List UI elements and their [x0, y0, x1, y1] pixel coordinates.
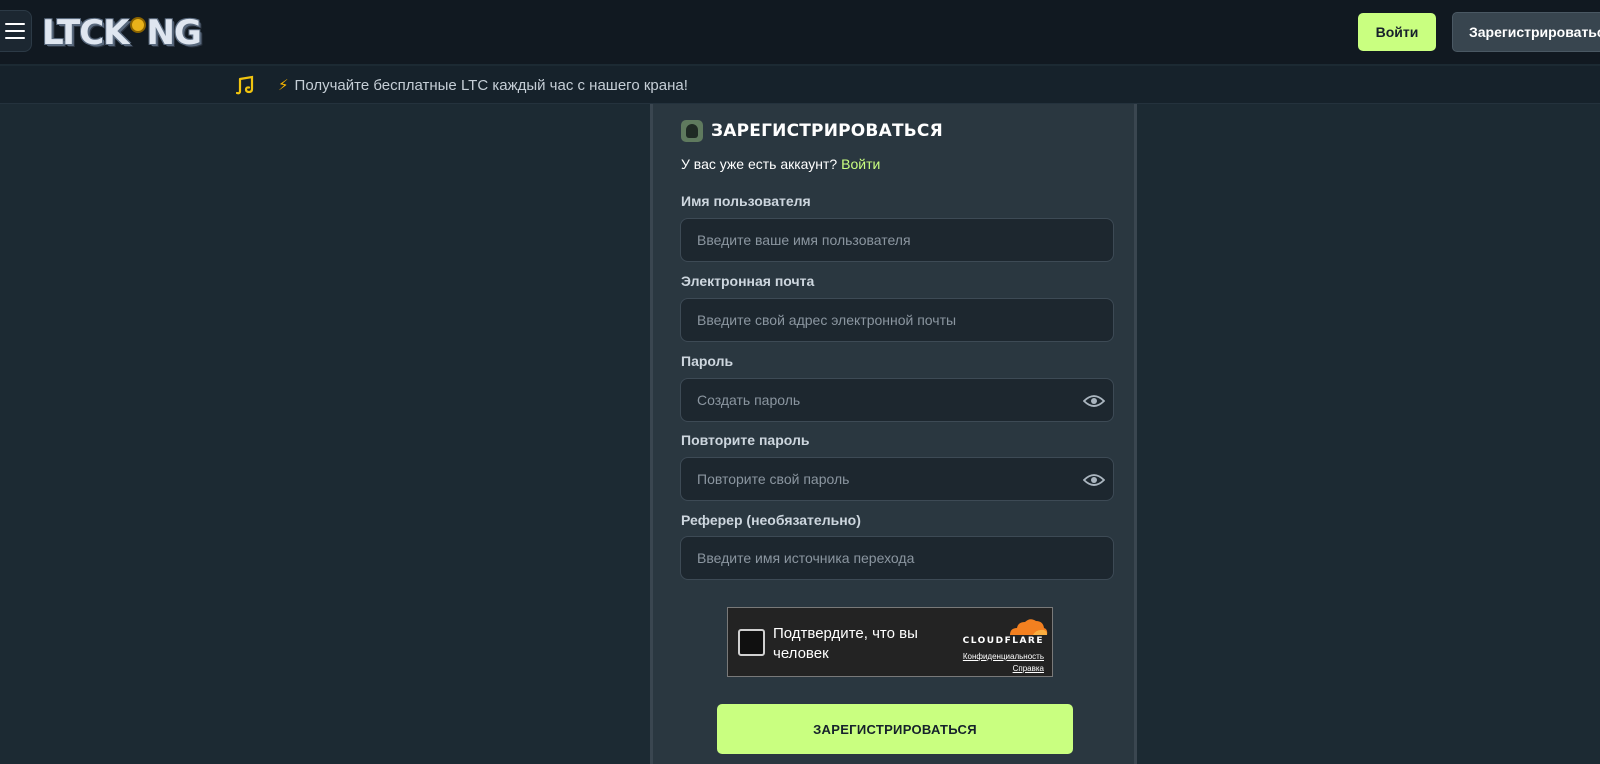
menu-icon-bar: [5, 37, 25, 39]
register-submit-button[interactable]: ЗАРЕГИСТРИРОВАТЬСЯ: [717, 704, 1073, 754]
menu-icon-bar: [5, 23, 25, 25]
show-repeat-password-eye-icon[interactable]: [1083, 473, 1105, 487]
hamburger-menu-button[interactable]: [0, 10, 32, 52]
referrer-label: Реферер (необязательно): [681, 512, 861, 528]
logo-text-start: LTCK: [42, 13, 130, 53]
user-avatar-icon: [681, 120, 703, 142]
register-header-button[interactable]: Зарегистрироваться: [1452, 12, 1600, 52]
login-link[interactable]: Войти: [841, 156, 880, 172]
username-input[interactable]: [680, 218, 1114, 262]
captcha-checkbox[interactable]: [738, 629, 765, 656]
captcha-help-link[interactable]: Справка: [1013, 664, 1044, 673]
referrer-input[interactable]: [680, 536, 1114, 580]
password-input[interactable]: [680, 378, 1114, 422]
cloudflare-brand: CLOUDFLARE: [962, 636, 1044, 646]
show-password-eye-icon[interactable]: [1083, 394, 1105, 408]
card-title-row: ЗАРЕГИСТРИРОВАТЬСЯ: [681, 120, 943, 142]
register-title: ЗАРЕГИСТРИРОВАТЬСЯ: [711, 121, 943, 141]
music-note-icon: [236, 75, 254, 95]
username-label: Имя пользователя: [681, 193, 811, 209]
top-header: LTCK NG Войти Зарегистрироваться: [0, 0, 1600, 64]
have-account-text: У вас уже есть аккаунт? Войти: [681, 156, 880, 172]
email-input[interactable]: [680, 298, 1114, 342]
captcha-label: Подтвердите, что вы человек: [773, 625, 918, 662]
cloudflare-captcha-widget: Подтвердите, что вы человек CLOUDFLARE К…: [727, 607, 1053, 677]
captcha-privacy-link[interactable]: Конфиденциальность: [963, 652, 1044, 661]
login-button[interactable]: Войти: [1358, 13, 1436, 51]
promo-text: ⚡ Получайте бесплатные LTC каждый час с н…: [278, 76, 688, 94]
faucet-promo-bar: ⚡ Получайте бесплатные LTC каждый час с н…: [0, 66, 1600, 104]
logo-text-end: NG: [146, 13, 202, 53]
logo-coin-icon: [129, 17, 146, 33]
promo-message: Получайте бесплатные LTC каждый час с на…: [294, 77, 688, 94]
repeat-password-label: Повторите пароль: [681, 432, 810, 448]
email-label: Электронная почта: [681, 273, 815, 289]
have-account-label: У вас уже есть аккаунт?: [681, 156, 838, 172]
repeat-password-input[interactable]: [680, 457, 1114, 501]
lightning-icon: ⚡: [278, 77, 289, 94]
site-logo[interactable]: LTCK NG: [42, 12, 228, 54]
cloudflare-cloud-icon: [1010, 619, 1048, 635]
password-label: Пароль: [681, 353, 734, 369]
menu-icon-bar: [5, 30, 25, 32]
